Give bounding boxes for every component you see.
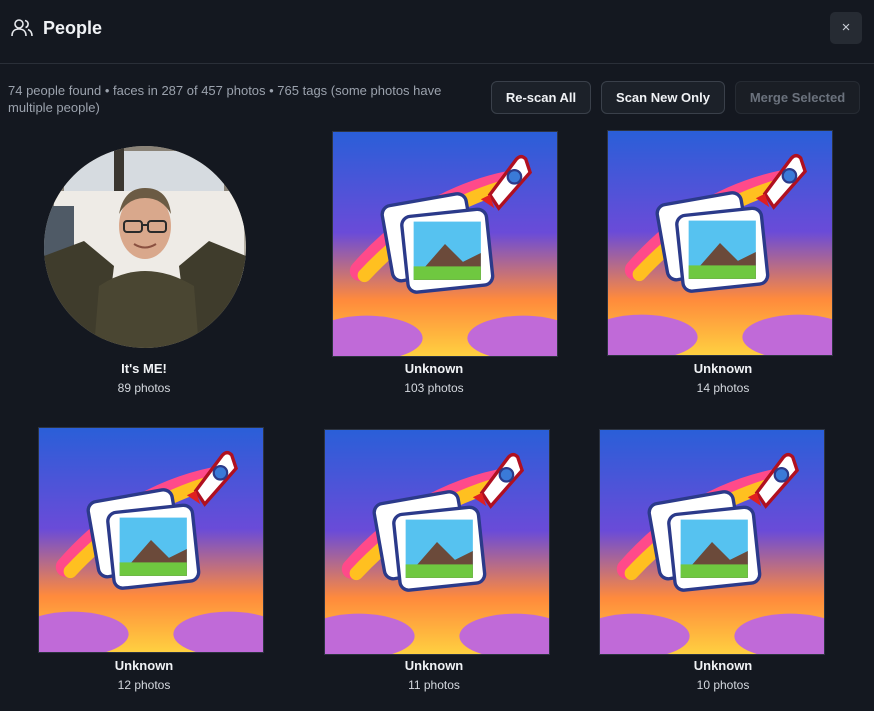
person-name: Unknown: [693, 361, 753, 376]
page-title: People: [43, 18, 103, 38]
person-photo-count: 11 photos: [408, 678, 460, 692]
rocket-photos-icon: [325, 430, 549, 654]
person-photo-count: 14 photos: [696, 381, 750, 395]
people-icon: [11, 19, 33, 37]
person-name: Unknown: [114, 658, 174, 673]
person-name: Unknown: [404, 361, 464, 376]
person-thumbnail[interactable]: [607, 130, 833, 356]
scan-new-only-button[interactable]: Scan New Only: [601, 81, 725, 114]
person-thumbnail[interactable]: [38, 427, 264, 653]
rescan-all-button[interactable]: Re-scan All: [491, 81, 591, 114]
person-thumbnail[interactable]: [324, 429, 550, 655]
person-name: Unknown: [404, 658, 464, 673]
rocket-photos-icon: [39, 428, 263, 652]
rocket-photos-icon: [333, 132, 557, 356]
person-photo-count: 10 photos: [696, 678, 750, 692]
rocket-photos-icon: [600, 430, 824, 654]
close-button[interactable]: ×: [830, 12, 862, 44]
person-photo-count: 103 photos: [404, 381, 464, 395]
person-name: Unknown: [693, 658, 753, 673]
rocket-photos-icon: [608, 131, 832, 355]
person-name: It's ME!: [121, 361, 167, 376]
person-photo-count: 89 photos: [117, 381, 171, 395]
merge-selected-button[interactable]: Merge Selected: [735, 81, 860, 114]
scan-summary: 74 people found • faces in 287 of 457 ph…: [8, 83, 442, 115]
person-photo-count: 12 photos: [117, 678, 171, 692]
person-thumbnail[interactable]: [599, 429, 825, 655]
person-avatar[interactable]: [44, 146, 246, 348]
dialog-header: People ×: [0, 0, 874, 64]
person-thumbnail[interactable]: [332, 131, 558, 357]
